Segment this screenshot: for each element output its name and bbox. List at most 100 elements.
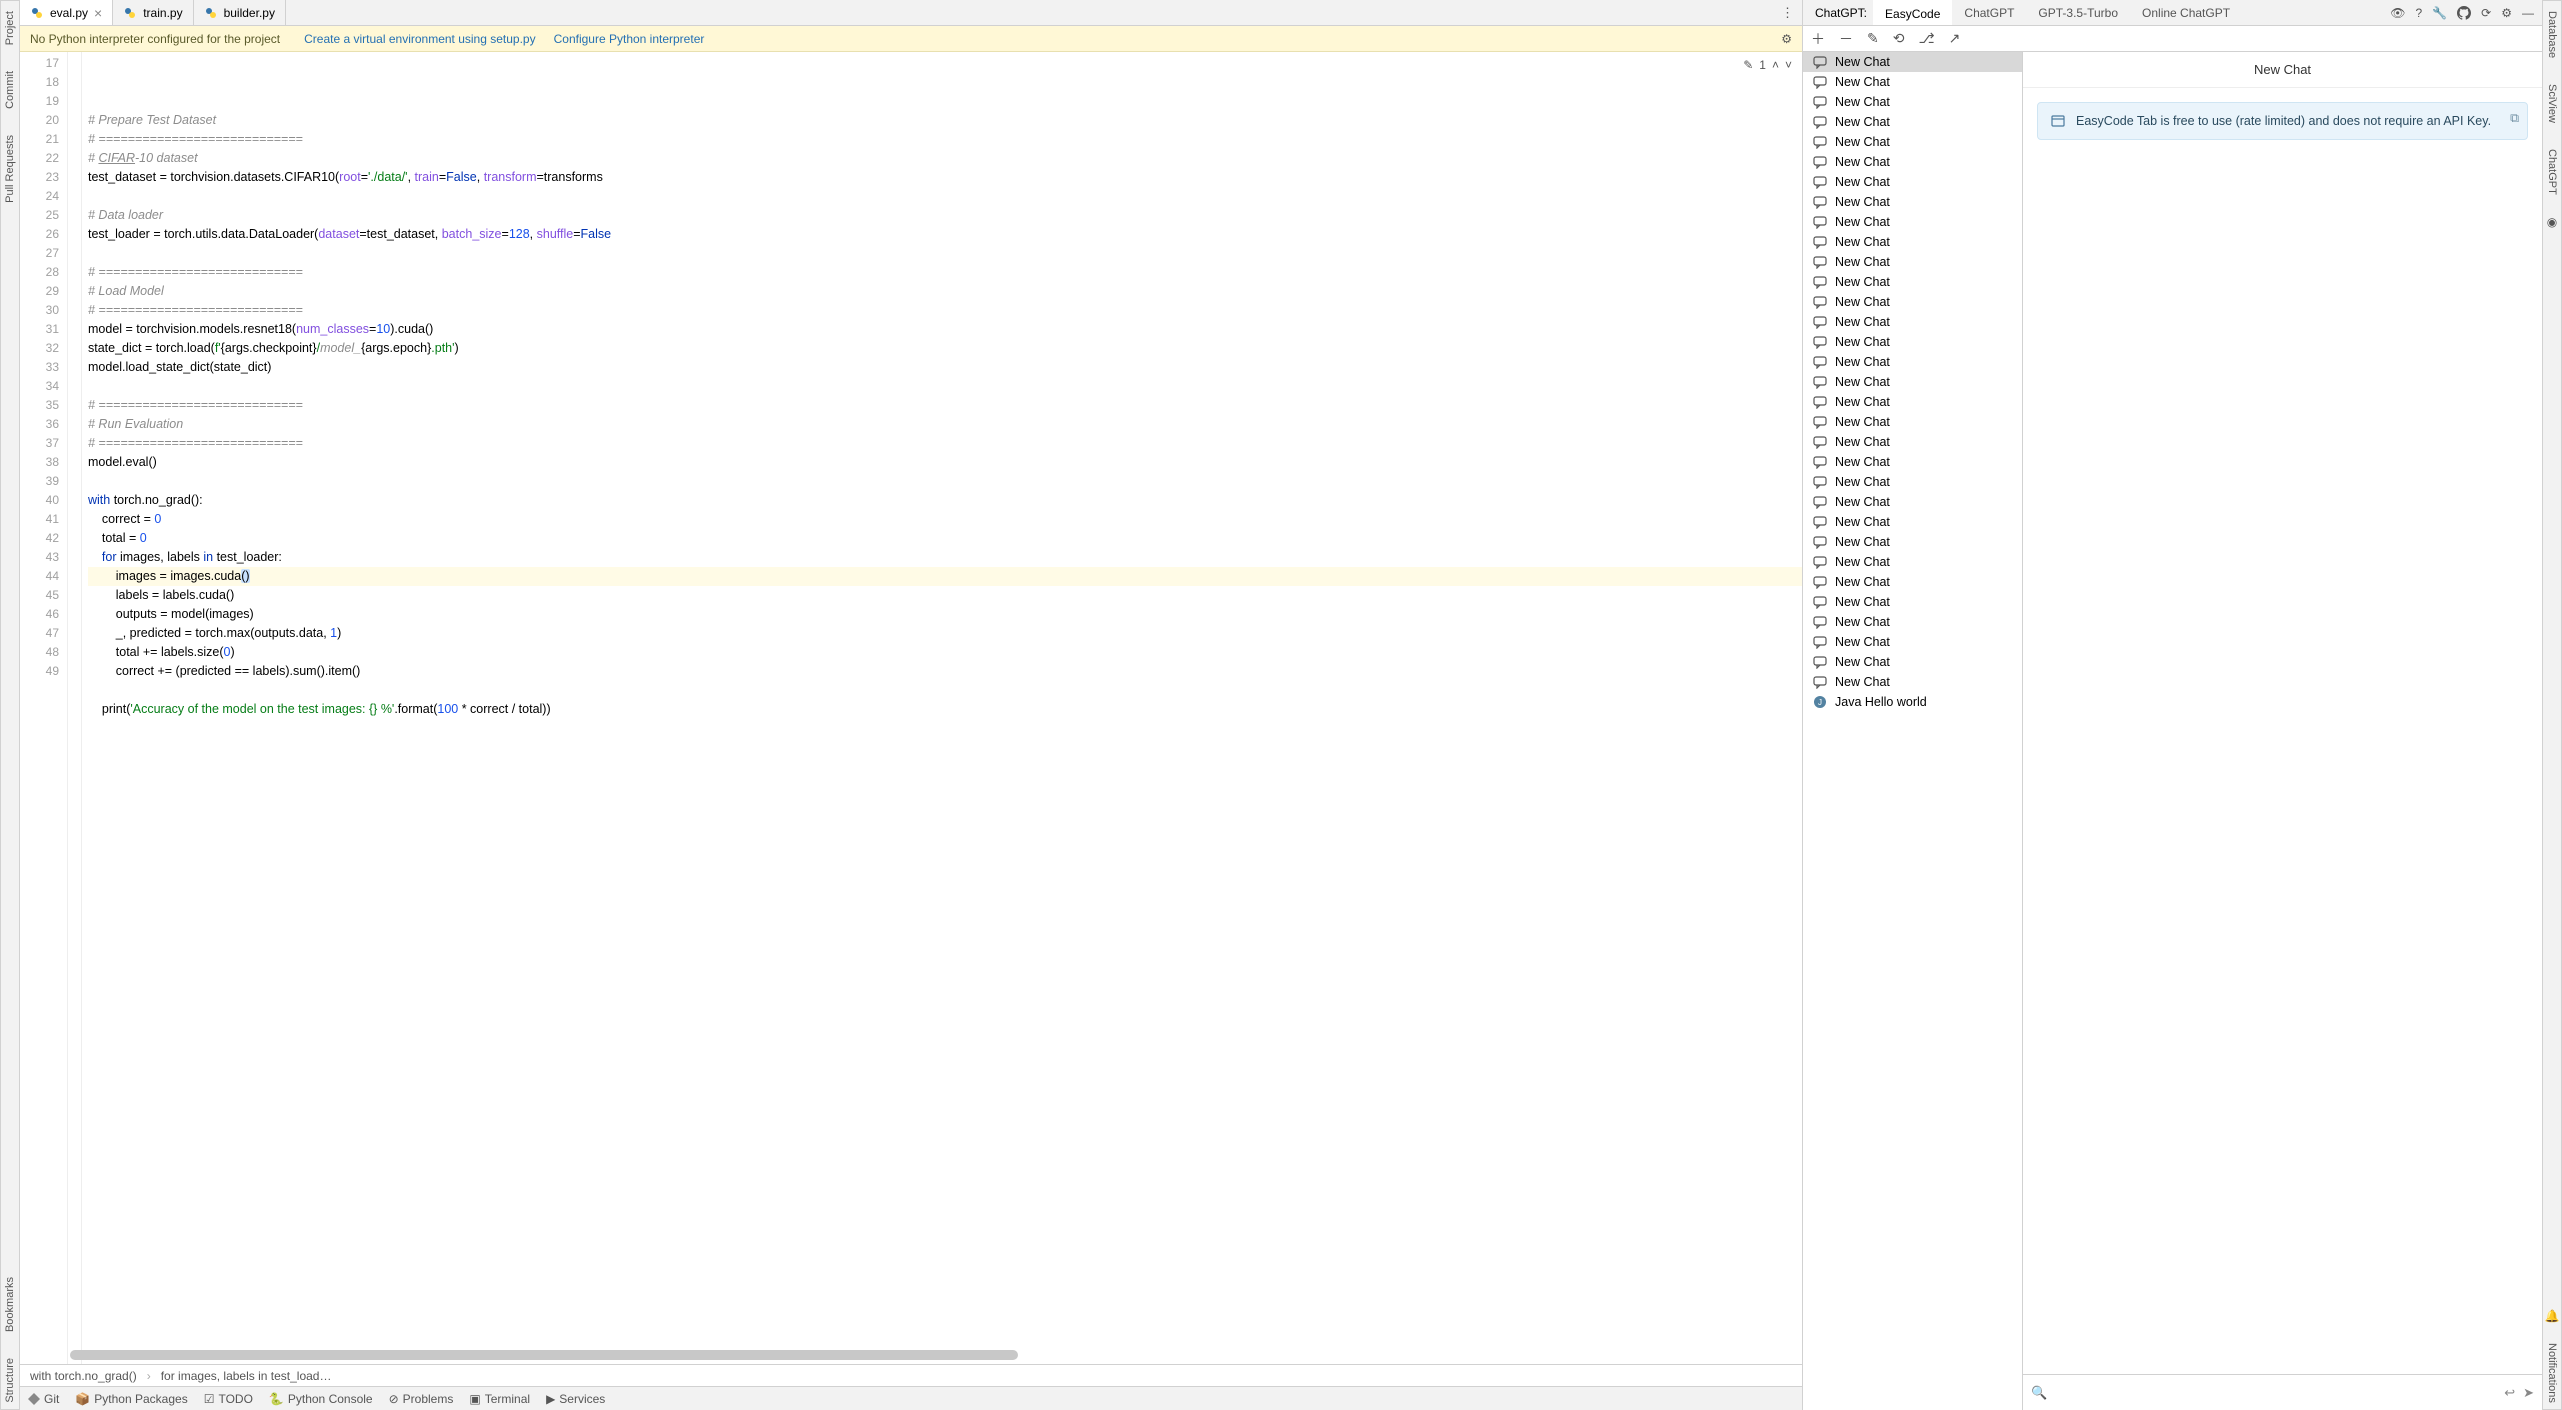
edit-icon[interactable]: ✎ [1867, 30, 1879, 47]
chat-list-item[interactable]: New Chat [1803, 112, 2022, 132]
tab-train-py[interactable]: train.py [113, 0, 193, 25]
chat-list-item[interactable]: New Chat [1803, 552, 2022, 572]
status-terminal[interactable]: ▣Terminal [469, 1392, 530, 1406]
chat-list-item[interactable]: New Chat [1803, 352, 2022, 372]
code-line[interactable] [88, 719, 1802, 738]
code-line[interactable] [88, 244, 1802, 263]
help-icon[interactable]: ? [2416, 6, 2423, 20]
code-line[interactable]: # ============================ [88, 301, 1802, 320]
chat-list-item[interactable]: New Chat [1803, 632, 2022, 652]
chat-list-item[interactable]: New Chat [1803, 532, 2022, 552]
add-icon[interactable]: ＋ [1811, 29, 1825, 49]
highlight-icon[interactable]: ✎ [1743, 56, 1753, 75]
wrench-icon[interactable]: 🔧 [2432, 6, 2447, 20]
gear-icon[interactable]: ⚙ [1781, 32, 1792, 46]
github-icon[interactable] [2457, 6, 2471, 20]
chat-list-item[interactable]: New Chat [1803, 372, 2022, 392]
code-line[interactable]: for images, labels in test_loader: [88, 548, 1802, 567]
chat-list-item[interactable]: New Chat [1803, 472, 2022, 492]
code-line[interactable]: correct = 0 [88, 510, 1802, 529]
rail-sciview[interactable]: SciView [2546, 78, 2558, 129]
chat-list-item[interactable]: New Chat [1803, 492, 2022, 512]
chat-list-item[interactable]: New Chat [1803, 672, 2022, 692]
chat-list-item[interactable]: New Chat [1803, 512, 2022, 532]
status-services[interactable]: ▶Services [546, 1392, 605, 1406]
code-line[interactable]: total = 0 [88, 529, 1802, 548]
chat-list-item[interactable]: New Chat [1803, 572, 2022, 592]
code-line[interactable]: correct += (predicted == labels).sum().i… [88, 662, 1802, 681]
code-line[interactable]: model.eval() [88, 453, 1802, 472]
more-tabs-icon[interactable]: ⋮ [1773, 5, 1802, 21]
status-packages[interactable]: 📦Python Packages [75, 1392, 187, 1406]
code-area[interactable]: ✎ 1 ˄ ˅ # Prepare Test Dataset# ========… [82, 52, 1802, 1364]
chat-list-item[interactable]: New Chat [1803, 212, 2022, 232]
chat-list-item[interactable]: New Chat [1803, 332, 2022, 352]
chat-list-item[interactable]: New Chat [1803, 272, 2022, 292]
chat-list-item[interactable]: New Chat [1803, 592, 2022, 612]
rail-structure[interactable]: Structure [4, 1352, 16, 1409]
banner-link-venv[interactable]: Create a virtual environment using setup… [304, 32, 535, 46]
chat-list-item[interactable]: New Chat [1803, 172, 2022, 192]
status-todo[interactable]: ☑TODO [204, 1392, 253, 1406]
status-git[interactable]: Git [28, 1392, 59, 1406]
code-line[interactable]: print('Accuracy of the model on the test… [88, 700, 1802, 719]
gear-icon[interactable]: ⚙ [2501, 6, 2512, 20]
branch-icon[interactable]: ⎇ [1918, 30, 1934, 47]
code-line[interactable]: outputs = model(images) [88, 605, 1802, 624]
code-line[interactable]: # Run Evaluation [88, 415, 1802, 434]
code-line[interactable]: # CIFAR-10 dataset [88, 149, 1802, 168]
ptab-online[interactable]: Online ChatGPT [2130, 0, 2242, 25]
send-icon[interactable]: ➤ [2523, 1385, 2534, 1401]
chat-list-item[interactable]: New Chat [1803, 432, 2022, 452]
minimize-icon[interactable]: — [2522, 6, 2534, 20]
chat-list-item[interactable]: New Chat [1803, 292, 2022, 312]
rail-bookmarks[interactable]: Bookmarks [4, 1271, 16, 1338]
code-line[interactable] [88, 187, 1802, 206]
code-line[interactable]: with torch.no_grad(): [88, 491, 1802, 510]
chat-list-item[interactable]: New Chat [1803, 192, 2022, 212]
chat-list-item[interactable]: New Chat [1803, 312, 2022, 332]
code-line[interactable]: test_dataset = torchvision.datasets.CIFA… [88, 168, 1802, 187]
code-line[interactable]: # Load Model [88, 282, 1802, 301]
bell-icon[interactable]: 🔔 [2545, 1309, 2559, 1323]
next-match-icon[interactable]: ˅ [1785, 56, 1792, 75]
chat-list-item[interactable]: New Chat [1803, 392, 2022, 412]
chat-list-item[interactable]: New Chat [1803, 52, 2022, 72]
chat-list-item[interactable]: JJava Hello world [1803, 692, 2022, 712]
chat-list-item[interactable]: New Chat [1803, 72, 2022, 92]
rail-database[interactable]: Database [2546, 5, 2558, 64]
remove-icon[interactable]: － [1839, 29, 1853, 49]
eye-icon[interactable]: 👁 [2390, 6, 2405, 20]
code-line[interactable]: model.load_state_dict(state_dict) [88, 358, 1802, 377]
chat-list-item[interactable]: New Chat [1803, 612, 2022, 632]
rail-pull-requests[interactable]: Pull Requests [4, 129, 16, 209]
code-line[interactable]: _, predicted = torch.max(outputs.data, 1… [88, 624, 1802, 643]
code-line[interactable]: # ============================ [88, 130, 1802, 149]
code-line[interactable]: # ============================ [88, 396, 1802, 415]
breadcrumb-item[interactable]: for images, labels in test_load… [161, 1369, 332, 1383]
code-line[interactable] [88, 472, 1802, 491]
code-line[interactable]: # Data loader [88, 206, 1802, 225]
retry-icon[interactable]: ↩ [2504, 1385, 2515, 1401]
code-line[interactable]: images = images.cuda() [88, 567, 1802, 586]
prev-match-icon[interactable]: ˄ [1772, 56, 1779, 75]
ptab-chatgpt[interactable]: ChatGPT [1952, 0, 2026, 25]
sync-icon[interactable]: ⟳ [2481, 6, 2491, 20]
code-line[interactable]: # Prepare Test Dataset [88, 111, 1802, 130]
banner-link-configure[interactable]: Configure Python interpreter [554, 32, 705, 46]
rail-notifications[interactable]: Notifications [2546, 1337, 2558, 1409]
code-line[interactable]: model = torchvision.models.resnet18(num_… [88, 320, 1802, 339]
status-problems[interactable]: ⊘Problems [389, 1392, 454, 1406]
rail-chatgpt[interactable]: ChatGPT [2546, 143, 2558, 201]
copilot-icon[interactable]: ◉ [2545, 215, 2559, 229]
rail-commit[interactable]: Commit [4, 65, 16, 115]
tab-builder-py[interactable]: builder.py [194, 0, 286, 25]
close-icon[interactable]: × [94, 5, 102, 21]
chat-list-item[interactable]: New Chat [1803, 252, 2022, 272]
code-line[interactable] [88, 377, 1802, 396]
ptab-easycode[interactable]: EasyCode [1873, 0, 1952, 25]
chat-list-item[interactable]: New Chat [1803, 412, 2022, 432]
refresh-icon[interactable]: ⟲ [1893, 30, 1905, 47]
ptab-gpt35[interactable]: GPT-3.5-Turbo [2026, 0, 2130, 25]
tab-eval-py[interactable]: eval.py × [20, 0, 113, 25]
